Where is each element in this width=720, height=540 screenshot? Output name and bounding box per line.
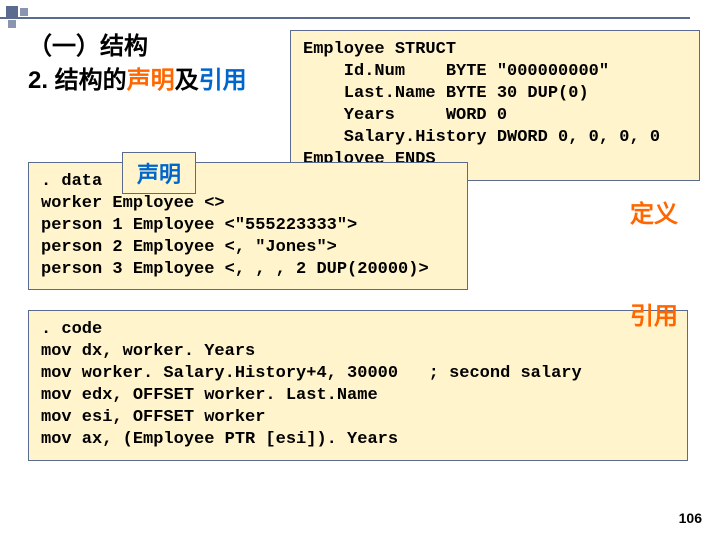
struct-definition-box: Employee STRUCT Id.Num BYTE "000000000" … — [290, 30, 700, 181]
data-declaration-box: . data worker Employee <> person 1 Emplo… — [28, 162, 468, 290]
heading-blue: 引用 — [199, 67, 247, 94]
label-define: 定义 — [630, 194, 678, 229]
code-reference-box: . code mov dx, worker. Years mov worker.… — [28, 310, 688, 461]
top-divider — [0, 17, 690, 19]
page-number: 106 — [679, 510, 702, 526]
heading-mid: 及 — [175, 67, 199, 94]
heading-orange: 声明 — [127, 67, 175, 94]
slide-heading: （一）结构 2. 结构的声明及引用 — [28, 30, 247, 97]
struct-code: Employee STRUCT Id.Num BYTE "000000000" … — [303, 40, 660, 169]
label-reference: 引用 — [630, 296, 678, 331]
heading-line1: （一）结构 — [28, 33, 148, 60]
label-declare: 声明 — [122, 152, 196, 194]
code-code: . code mov dx, worker. Years mov worker.… — [41, 320, 582, 449]
data-code: . data worker Employee <> person 1 Emplo… — [41, 172, 429, 279]
heading-line2-prefix: 2. 结构的 — [28, 67, 127, 94]
